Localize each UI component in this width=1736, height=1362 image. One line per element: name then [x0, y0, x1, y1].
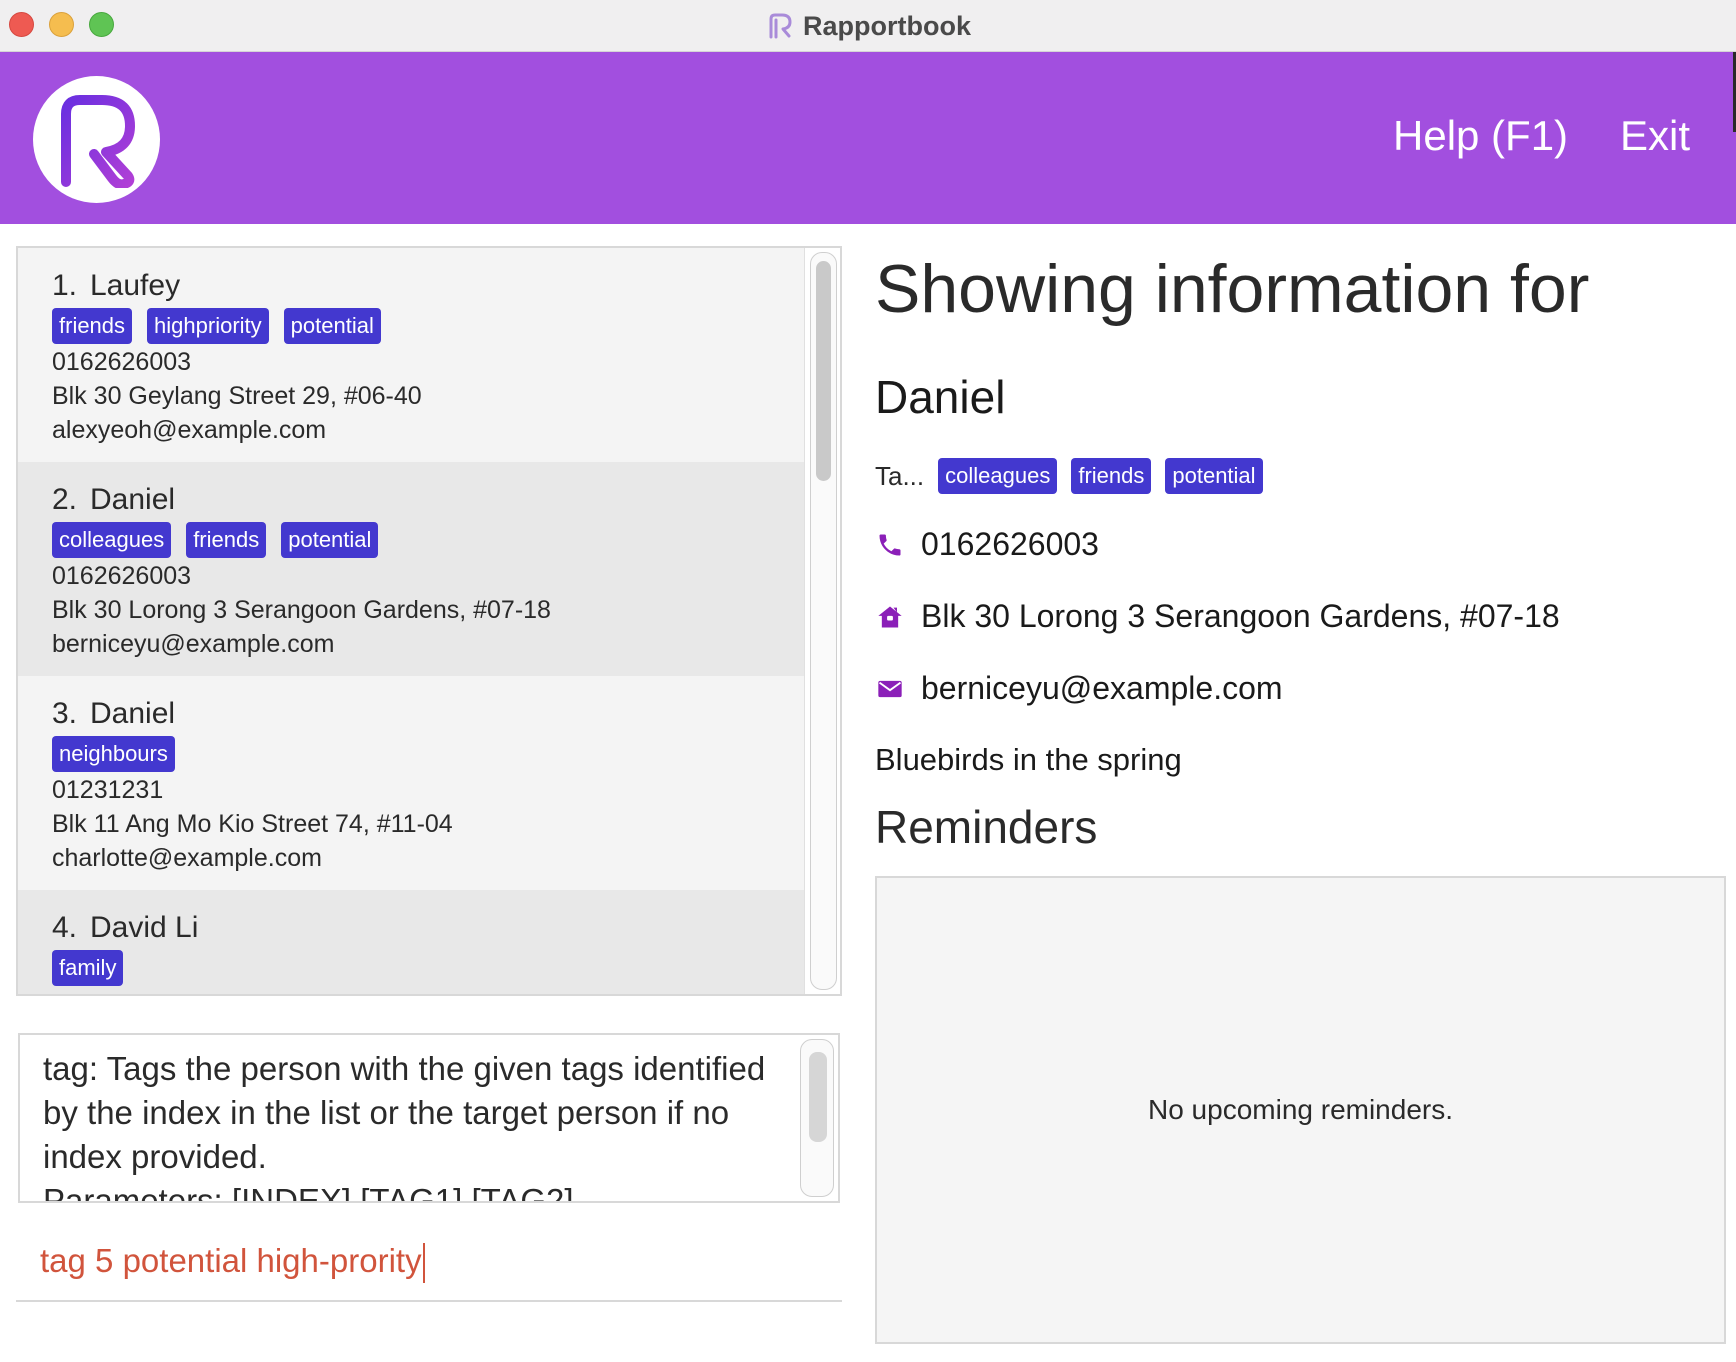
- person-card[interactable]: 3. Daniel neighbours 01231231 Blk 11 Ang …: [18, 676, 808, 890]
- detail-phone-row: 0162626003: [875, 526, 1099, 563]
- detail-heading: Showing information for: [875, 251, 1590, 327]
- person-email: berniceyu@example.com: [52, 630, 335, 658]
- person-list[interactable]: 1. Laufey friends highpriority potential …: [16, 246, 842, 996]
- person-card[interactable]: 1. Laufey friends highpriority potential …: [18, 248, 808, 462]
- detail-email-row: berniceyu@example.com: [875, 670, 1283, 707]
- command-input[interactable]: tag 5 potential high-prority: [40, 1242, 820, 1286]
- person-name-row: 4. David Li: [52, 910, 808, 946]
- scrollbar-thumb[interactable]: [816, 261, 831, 481]
- result-text: tag: Tags the person with the given tags…: [43, 1050, 766, 1203]
- detail-name: Daniel: [875, 371, 1006, 423]
- person-tags: colleagues friends potential: [52, 522, 808, 559]
- person-name: Laufey: [90, 269, 181, 302]
- person-name-row: 1. Laufey: [52, 268, 808, 304]
- tag: friends: [1071, 458, 1152, 494]
- phone-icon: [875, 530, 905, 560]
- reminders-empty-message: No upcoming reminders.: [1147, 1094, 1454, 1125]
- detail-tags: Ta... colleagues friends potential: [875, 458, 1263, 494]
- result-scrollbar[interactable]: [800, 1039, 834, 1197]
- person-phone: 0162626003: [52, 348, 192, 376]
- tag: highpriority: [147, 308, 269, 344]
- detail-address: Blk 30 Lorong 3 Serangoon Gardens, #07-1…: [921, 598, 1560, 634]
- person-address: Blk 30 Geylang Street 29, #06-40: [52, 382, 422, 410]
- person-tags: friends highpriority potential: [52, 308, 808, 345]
- person-address: Blk 30 Lorong 3 Serangoon Gardens, #07-1…: [52, 596, 551, 624]
- reminders-heading: Reminders: [875, 801, 1098, 853]
- tag: colleagues: [938, 458, 1058, 494]
- detail-remark: Bluebirds in the spring: [875, 742, 1182, 777]
- person-phone: 0162626003: [52, 562, 192, 590]
- person-detail-panel: Showing information for Daniel Ta... col…: [875, 0, 1735, 1362]
- person-phone: 01231232: [52, 987, 808, 994]
- app-logo-small-icon: [769, 13, 792, 39]
- tag: neighbours: [52, 736, 175, 772]
- person-index: 2.: [52, 483, 78, 516]
- tag: family: [52, 950, 124, 986]
- detail-email: berniceyu@example.com: [921, 670, 1283, 706]
- detail-phone: 0162626003: [921, 526, 1099, 562]
- person-address: Blk 11 Ang Mo Kio Street 74, #11-04: [52, 810, 453, 838]
- person-tags: family: [52, 950, 808, 987]
- tag: potential: [283, 308, 381, 344]
- scrollbar-track[interactable]: [810, 252, 837, 990]
- mail-icon: [875, 674, 905, 704]
- tag: colleagues: [52, 522, 172, 558]
- rapportbook-logo-icon: [60, 94, 135, 188]
- app-logo: [33, 76, 160, 203]
- tag: potential: [281, 522, 379, 558]
- tag: friends: [186, 522, 267, 558]
- detail-address-row: Blk 30 Lorong 3 Serangoon Gardens, #07-1…: [875, 598, 1560, 635]
- text-caret: [422, 1243, 425, 1284]
- tag: friends: [52, 308, 133, 344]
- person-list-scrollbar[interactable]: [804, 248, 840, 994]
- person-index: 3.: [52, 697, 78, 730]
- scrollbar-thumb[interactable]: [809, 1052, 827, 1142]
- person-tags: neighbours: [52, 736, 808, 773]
- app-window: Rapportbook Help (F1) Exit 1. Laufey fri…: [0, 0, 1736, 1362]
- person-index: 4.: [52, 911, 78, 944]
- result-display[interactable]: tag: Tags the person with the given tags…: [18, 1033, 840, 1203]
- person-name-row: 2. Daniel: [52, 482, 808, 518]
- person-name: Daniel: [90, 697, 176, 730]
- person-index: 1.: [52, 269, 78, 302]
- person-card[interactable]: 2. Daniel colleagues friends potential 01…: [18, 462, 808, 676]
- person-phone: 01231231: [52, 776, 164, 804]
- person-email: alexyeoh@example.com: [52, 416, 327, 444]
- tag: potential: [1165, 458, 1263, 494]
- detail-tags-label: Ta...: [875, 460, 925, 491]
- command-text: tag 5 potential high-prority: [40, 1242, 422, 1279]
- person-name: Daniel: [90, 483, 176, 516]
- command-box: tag 5 potential high-prority: [16, 1222, 842, 1302]
- person-card[interactable]: 4. David Li family 01231232: [18, 890, 808, 994]
- reminders-list[interactable]: No upcoming reminders.: [875, 876, 1726, 1344]
- person-name: David Li: [90, 911, 199, 944]
- person-email: charlotte@example.com: [52, 844, 322, 872]
- person-name-row: 3. Daniel: [52, 696, 808, 732]
- home-icon: [875, 602, 905, 632]
